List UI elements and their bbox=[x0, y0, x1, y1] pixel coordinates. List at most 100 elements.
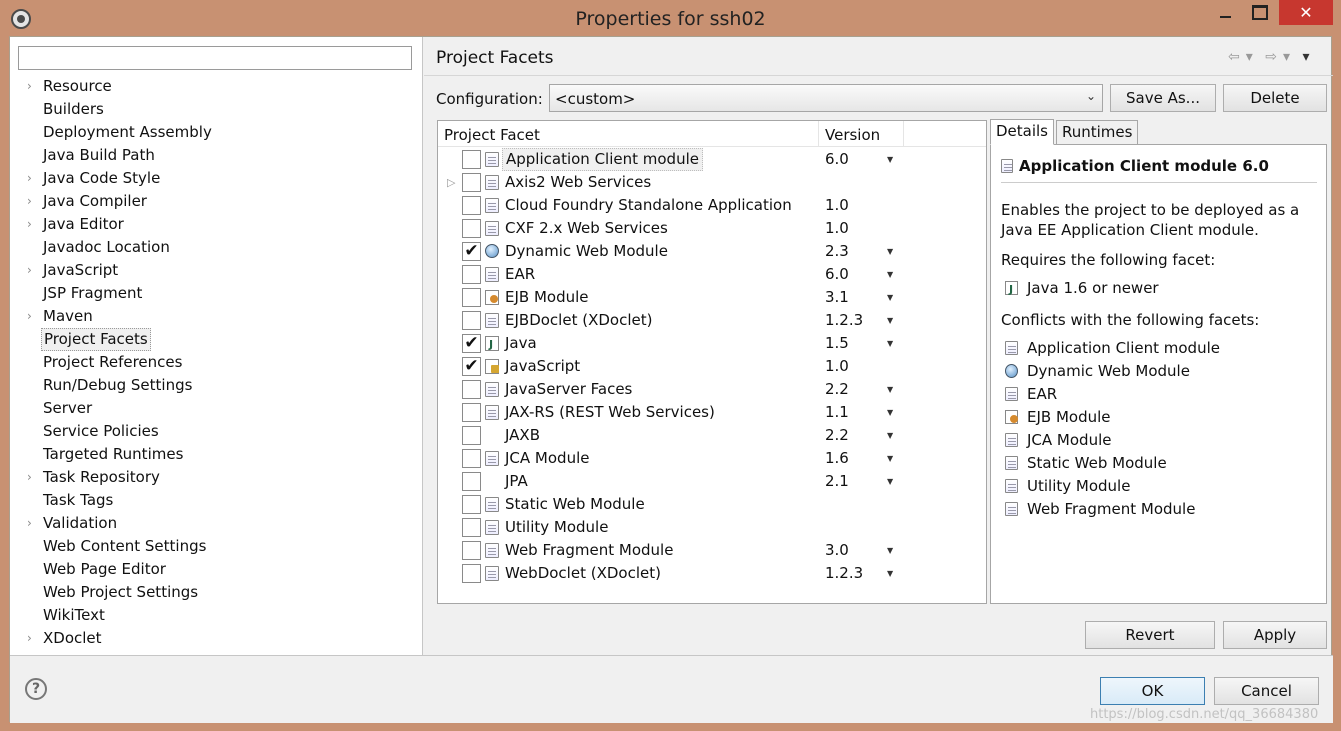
expand-arrow-icon[interactable]: › bbox=[27, 466, 37, 489]
facet-row[interactable]: ✔ Java 1.5 ▼ bbox=[438, 332, 986, 356]
ok-button[interactable]: OK bbox=[1100, 677, 1205, 705]
expand-arrow-icon[interactable]: › bbox=[27, 305, 37, 328]
version-dropdown-icon[interactable]: ▼ bbox=[887, 539, 893, 562]
tree-item-java-compiler[interactable]: › Java Compiler bbox=[10, 190, 422, 213]
maximize-button[interactable] bbox=[1243, 0, 1277, 25]
tree-item-web-project-settings[interactable]: Web Project Settings bbox=[10, 581, 422, 604]
facet-checkbox[interactable] bbox=[462, 311, 481, 330]
tree-item-xdoclet[interactable]: › XDoclet bbox=[10, 627, 422, 650]
facet-row[interactable]: Web Fragment Module 3.0 ▼ bbox=[438, 539, 986, 562]
facet-version[interactable]: 1.2.3 bbox=[825, 562, 863, 585]
tree-item-web-content-settings[interactable]: Web Content Settings bbox=[10, 535, 422, 558]
version-dropdown-icon[interactable]: ▼ bbox=[887, 240, 893, 263]
column-header-facet[interactable]: Project Facet bbox=[444, 126, 540, 144]
version-dropdown-icon[interactable]: ▼ bbox=[887, 332, 893, 355]
facet-row[interactable]: Static Web Module bbox=[438, 493, 986, 516]
back-icon[interactable]: ⇦ bbox=[1228, 49, 1242, 65]
facet-version[interactable]: 1.2.3 bbox=[825, 309, 863, 332]
tree-item-validation[interactable]: › Validation bbox=[10, 512, 422, 535]
apply-button[interactable]: Apply bbox=[1223, 621, 1327, 649]
facet-row[interactable]: EAR 6.0 ▼ bbox=[438, 263, 986, 286]
forward-icon[interactable]: ⇨ bbox=[1265, 49, 1279, 65]
tree-item-run-debug-settings[interactable]: Run/Debug Settings bbox=[10, 374, 422, 397]
version-dropdown-icon[interactable]: ▼ bbox=[887, 309, 893, 332]
tree-item-deployment-assembly[interactable]: Deployment Assembly bbox=[10, 121, 422, 144]
facet-checkbox[interactable] bbox=[462, 541, 481, 560]
tree-item-builders[interactable]: Builders bbox=[10, 98, 422, 121]
facet-checkbox[interactable] bbox=[462, 196, 481, 215]
facet-version[interactable]: 6.0 bbox=[825, 263, 849, 286]
version-dropdown-icon[interactable]: ▼ bbox=[887, 470, 893, 493]
facet-checkbox[interactable] bbox=[462, 495, 481, 514]
facet-version[interactable]: 2.1 bbox=[825, 470, 849, 493]
version-dropdown-icon[interactable]: ▼ bbox=[887, 263, 893, 286]
facet-version[interactable]: 1.6 bbox=[825, 447, 849, 470]
facet-version[interactable]: 6.0 bbox=[825, 148, 849, 171]
facet-checkbox[interactable] bbox=[462, 265, 481, 284]
tree-item-java-editor[interactable]: › Java Editor bbox=[10, 213, 422, 236]
facet-row[interactable]: JAX-RS (REST Web Services) 1.1 ▼ bbox=[438, 401, 986, 424]
delete-button[interactable]: Delete bbox=[1223, 84, 1327, 112]
expand-arrow-icon[interactable]: › bbox=[27, 627, 37, 650]
facet-checkbox[interactable] bbox=[462, 288, 481, 307]
facet-row[interactable]: EJBDoclet (XDoclet) 1.2.3 ▼ bbox=[438, 309, 986, 332]
tree-item-web-page-editor[interactable]: Web Page Editor bbox=[10, 558, 422, 581]
facet-checkbox[interactable] bbox=[462, 403, 481, 422]
version-dropdown-icon[interactable]: ▼ bbox=[887, 424, 893, 447]
tree-item-service-policies[interactable]: Service Policies bbox=[10, 420, 422, 443]
expand-arrow-icon[interactable]: › bbox=[27, 190, 37, 213]
facet-checkbox[interactable] bbox=[462, 219, 481, 238]
version-dropdown-icon[interactable]: ▼ bbox=[887, 378, 893, 401]
tree-item-project-references[interactable]: Project References bbox=[10, 351, 422, 374]
facet-row[interactable]: JAXB 2.2 ▼ bbox=[438, 424, 986, 447]
forward-menu-icon[interactable]: ▾ bbox=[1283, 49, 1292, 65]
facet-row[interactable]: EJB Module 3.1 ▼ bbox=[438, 286, 986, 309]
tree-item-javascript[interactable]: › JavaScript bbox=[10, 259, 422, 282]
facet-row[interactable]: ▷ Axis2 Web Services bbox=[438, 171, 986, 194]
facet-version[interactable]: 1.5 bbox=[825, 332, 849, 355]
view-menu-icon[interactable]: ▾ bbox=[1302, 49, 1311, 65]
cancel-button[interactable]: Cancel bbox=[1214, 677, 1319, 705]
expand-arrow-icon[interactable]: › bbox=[27, 512, 37, 535]
close-button[interactable]: ✕ bbox=[1279, 0, 1333, 25]
tree-item-server[interactable]: Server bbox=[10, 397, 422, 420]
expand-arrow-icon[interactable]: › bbox=[27, 167, 37, 190]
facet-checkbox[interactable] bbox=[462, 564, 481, 583]
facet-row[interactable]: WebDoclet (XDoclet) 1.2.3 ▼ bbox=[438, 562, 986, 585]
facet-version[interactable]: 1.1 bbox=[825, 401, 849, 424]
revert-button[interactable]: Revert bbox=[1085, 621, 1215, 649]
facet-checkbox[interactable] bbox=[462, 150, 481, 169]
expand-arrow-icon[interactable]: › bbox=[27, 75, 37, 98]
tree-item-task-repository[interactable]: › Task Repository bbox=[10, 466, 422, 489]
facet-checkbox[interactable]: ✔ bbox=[462, 357, 481, 376]
tree-item-project-facets[interactable]: Project Facets bbox=[10, 328, 422, 351]
version-dropdown-icon[interactable]: ▼ bbox=[887, 286, 893, 309]
facet-row[interactable]: ✔ JavaScript 1.0 bbox=[438, 355, 986, 378]
facet-version[interactable]: 3.1 bbox=[825, 286, 849, 309]
facet-row[interactable]: Utility Module bbox=[438, 516, 986, 539]
facet-row[interactable]: JavaServer Faces 2.2 ▼ bbox=[438, 378, 986, 401]
facet-row[interactable]: CXF 2.x Web Services 1.0 bbox=[438, 217, 986, 240]
facet-row[interactable]: ✔ Dynamic Web Module 2.3 ▼ bbox=[438, 240, 986, 263]
facet-row[interactable]: JCA Module 1.6 ▼ bbox=[438, 447, 986, 470]
facet-checkbox[interactable]: ✔ bbox=[462, 242, 481, 261]
facet-version[interactable]: 3.0 bbox=[825, 539, 849, 562]
configuration-combo[interactable]: <custom> ⌄ bbox=[549, 84, 1103, 112]
tree-item-java-build-path[interactable]: Java Build Path bbox=[10, 144, 422, 167]
column-header-version[interactable]: Version bbox=[825, 126, 880, 144]
expand-arrow-icon[interactable]: › bbox=[27, 259, 37, 282]
facet-checkbox[interactable] bbox=[462, 449, 481, 468]
facet-checkbox[interactable] bbox=[462, 380, 481, 399]
facet-row[interactable]: JPA 2.1 ▼ bbox=[438, 470, 986, 493]
version-dropdown-icon[interactable]: ▼ bbox=[887, 401, 893, 424]
version-dropdown-icon[interactable]: ▼ bbox=[887, 148, 893, 171]
version-dropdown-icon[interactable]: ▼ bbox=[887, 447, 893, 470]
facet-checkbox[interactable] bbox=[462, 518, 481, 537]
facet-row[interactable]: Application Client module 6.0 ▼ bbox=[438, 148, 986, 171]
tab-runtimes[interactable]: Runtimes bbox=[1056, 120, 1139, 145]
minimize-button[interactable] bbox=[1208, 0, 1242, 25]
tree-item-java-code-style[interactable]: › Java Code Style bbox=[10, 167, 422, 190]
save-as-button[interactable]: Save As... bbox=[1110, 84, 1216, 112]
facet-checkbox[interactable] bbox=[462, 173, 481, 192]
facet-version[interactable]: 2.2 bbox=[825, 424, 849, 447]
